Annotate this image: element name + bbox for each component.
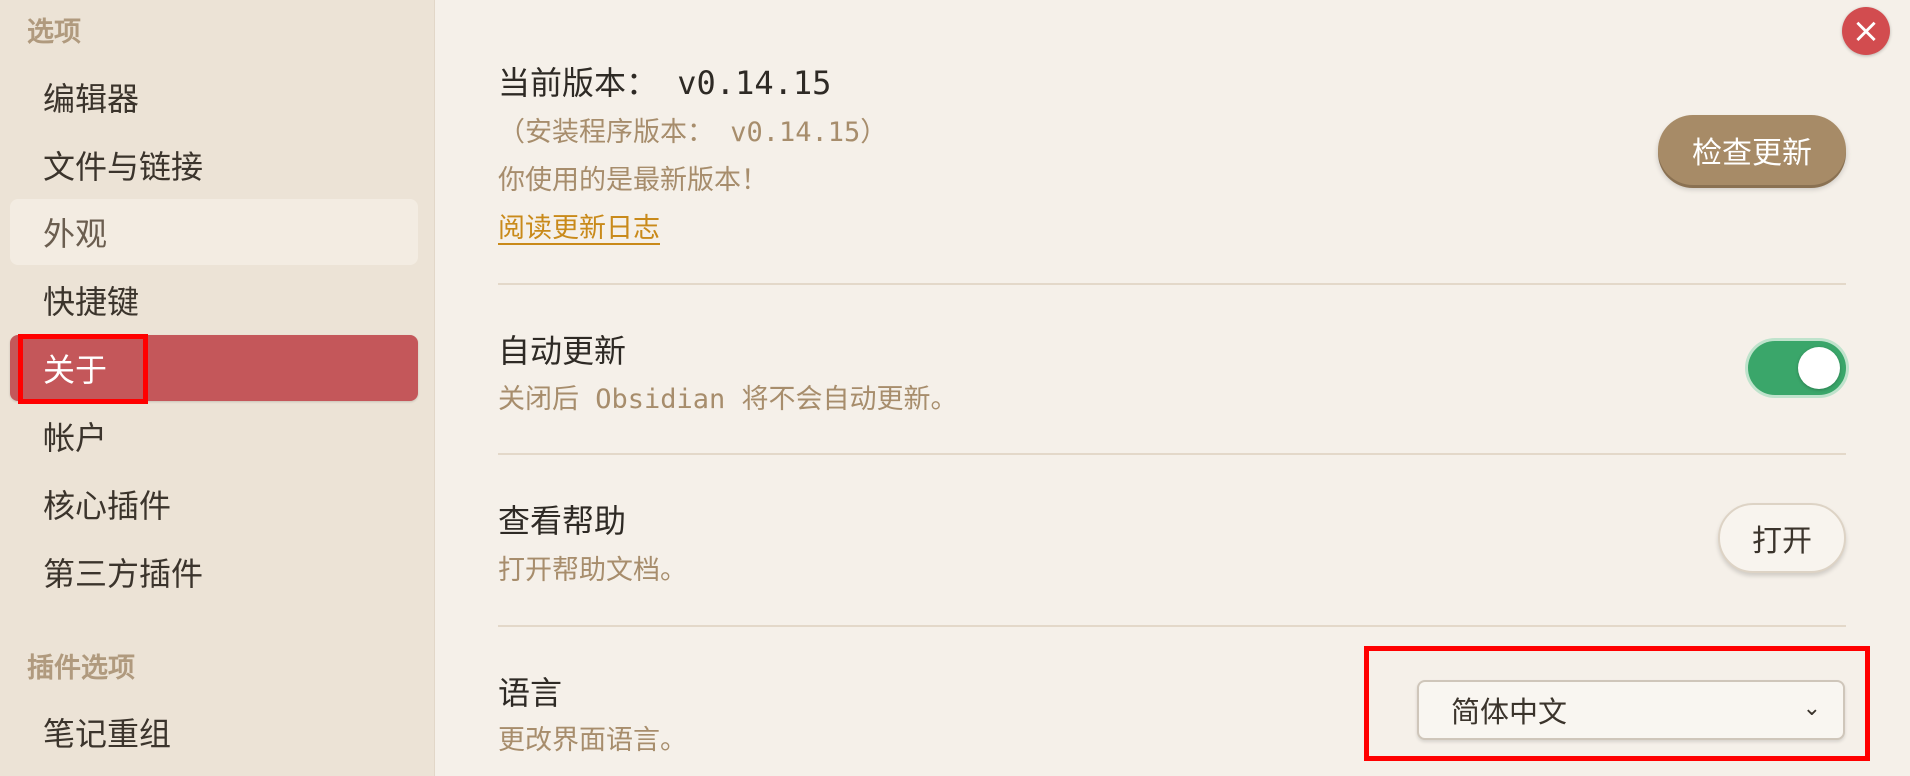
chevron-down-icon: ⌄	[1802, 696, 1821, 721]
sidebar-item-about[interactable]: 关于	[10, 335, 418, 401]
close-icon[interactable]: ×	[1842, 7, 1890, 55]
current-version-label: 当前版本： v0.14.15	[498, 64, 832, 102]
auto-update-title: 自动更新	[498, 332, 627, 370]
divider	[498, 283, 1846, 285]
check-update-button[interactable]: 检查更新	[1658, 115, 1846, 185]
sidebar-item-label: 关于	[43, 351, 108, 389]
sidebar-heading-plugin-options: 插件选项	[27, 653, 135, 684]
open-help-button[interactable]: 打开	[1718, 503, 1846, 573]
sidebar-item-community-plugins[interactable]: 第三方插件	[10, 539, 418, 605]
sidebar-item-files-links[interactable]: 文件与链接	[10, 132, 418, 198]
sidebar-item-label: 笔记重组	[43, 715, 172, 753]
language-select-value: 简体中文	[1451, 695, 1568, 729]
sidebar-item-label: 核心插件	[43, 487, 172, 525]
help-title: 查看帮助	[498, 502, 627, 540]
sidebar-item-account[interactable]: 帐户	[10, 403, 418, 469]
changelog-link[interactable]: 阅读更新日志	[498, 206, 660, 245]
installer-version-label: （安装程序版本： v0.14.15）	[498, 117, 888, 148]
sidebar-item-label: 快捷键	[43, 283, 140, 321]
sidebar-item-label: 第三方插件	[43, 555, 204, 593]
auto-update-desc: 关闭后 Obsidian 将不会自动更新。	[498, 384, 958, 415]
sidebar-item-label: 帐户	[43, 419, 108, 457]
latest-version-message: 你使用的是最新版本！	[498, 165, 768, 196]
divider	[498, 625, 1846, 627]
toggle-knob	[1798, 347, 1840, 389]
sidebar-item-hotkeys[interactable]: 快捷键	[10, 267, 418, 333]
sidebar-item-label: 外观	[43, 215, 108, 253]
language-desc: 更改界面语言。	[498, 725, 687, 756]
sidebar-item-label: 文件与链接	[43, 148, 204, 186]
language-select[interactable]: 简体中文 ⌄	[1417, 680, 1845, 740]
auto-update-toggle[interactable]	[1748, 341, 1846, 395]
divider	[498, 453, 1846, 455]
sidebar-item-core-plugins[interactable]: 核心插件	[10, 471, 418, 537]
language-title: 语言	[498, 674, 563, 712]
settings-sidebar: 选项 编辑器 文件与链接 外观 快捷键 关于 帐户 核心插件 第三方插件 插件选…	[0, 0, 435, 776]
help-desc: 打开帮助文档。	[498, 555, 687, 586]
sidebar-item-editor[interactable]: 编辑器	[10, 64, 418, 130]
sidebar-item-appearance[interactable]: 外观	[10, 199, 418, 265]
sidebar-item-label: 编辑器	[43, 80, 140, 118]
sidebar-heading-options: 选项	[27, 17, 81, 48]
sidebar-item-note-refactor[interactable]: 笔记重组	[10, 699, 418, 765]
